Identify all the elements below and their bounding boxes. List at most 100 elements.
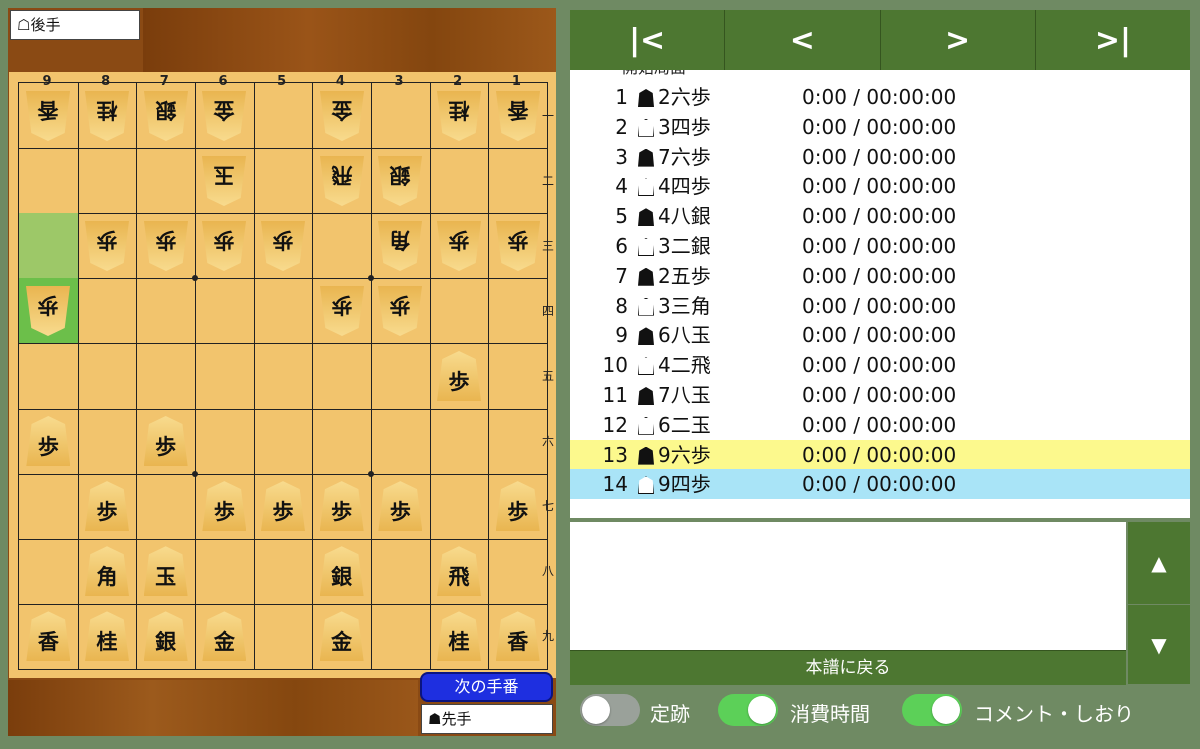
piece-sente[interactable]: 香: [26, 611, 71, 662]
toggle-knob: [748, 696, 776, 724]
piece-gote[interactable]: 桂: [437, 91, 481, 141]
move-list[interactable]: 開始局面 1 2六歩 0:00 / 00:00:00 2 3四歩 0:00 / 00:00…: [570, 70, 1190, 518]
scroll-up-button[interactable]: ▲: [1128, 522, 1190, 604]
piece-gote[interactable]: 香: [496, 91, 540, 141]
piece-sente[interactable]: 歩: [202, 481, 247, 532]
piece-gote[interactable]: 歩: [437, 221, 481, 271]
piece-sente[interactable]: 歩: [143, 416, 188, 467]
piece-sente[interactable]: 歩: [378, 481, 423, 532]
move-text: 3三角: [658, 293, 711, 318]
piece-sente[interactable]: 歩: [261, 481, 305, 532]
toggle-switch[interactable]: [580, 694, 640, 726]
last-icon: >|: [1094, 22, 1131, 58]
piece-sente[interactable]: 歩: [26, 416, 71, 467]
move-text: 4四歩: [658, 174, 711, 199]
board-area: ☖後手 987654321 一二三四五六七八九 香桂銀金金桂香玉飛銀歩歩歩歩角歩…: [8, 8, 556, 736]
piece-sente[interactable]: 歩: [319, 481, 364, 532]
piece-gote[interactable]: 桂: [85, 91, 129, 141]
move-row[interactable]: 2 3四歩 0:00 / 00:00:00: [570, 112, 1190, 142]
sente-mark-icon: [638, 446, 654, 465]
piece-label: 歩: [389, 292, 411, 318]
toggle-knob: [932, 696, 960, 724]
piece-label: 金: [331, 629, 353, 655]
move-row[interactable]: 4 4四歩 0:00 / 00:00:00: [570, 171, 1190, 201]
move-row[interactable]: 1 2六歩 0:00 / 00:00:00: [570, 82, 1190, 112]
piece-gote[interactable]: 歩: [26, 286, 70, 336]
piece-sente[interactable]: 歩: [85, 481, 129, 532]
move-row[interactable]: 12 6二玉 0:00 / 00:00:00: [570, 410, 1190, 440]
piece-label: 桂: [96, 629, 118, 655]
grid-line: [19, 408, 547, 410]
piece-gote[interactable]: 飛: [320, 156, 364, 206]
piece-gote[interactable]: 歩: [320, 286, 364, 336]
move-time: 0:00 / 00:00:00: [802, 174, 957, 199]
piece-sente[interactable]: 桂: [85, 611, 129, 662]
piece-sente[interactable]: 銀: [319, 546, 364, 597]
toggle-label: 定跡: [650, 702, 690, 726]
move-time: 0:00 / 00:00:00: [802, 234, 957, 258]
piece-sente[interactable]: 桂: [437, 611, 482, 662]
piece-label: 歩: [272, 227, 294, 253]
piece-sente[interactable]: 歩: [437, 350, 482, 401]
last-move-button[interactable]: >|: [1035, 10, 1190, 70]
piece-gote[interactable]: 歩: [85, 221, 129, 271]
next-icon: >: [945, 22, 971, 58]
piece-gote[interactable]: 香: [26, 91, 70, 141]
piece-sente[interactable]: 飛: [437, 546, 482, 597]
move-row[interactable]: 14 9四歩 0:00 / 00:00:00: [570, 469, 1190, 500]
next-turn-button[interactable]: 次の手番: [420, 672, 553, 702]
star-point: [368, 470, 375, 477]
piece-sente[interactable]: 歩: [495, 481, 540, 532]
move-row[interactable]: 10 4二飛 0:00 / 00:00:00: [570, 350, 1190, 380]
piece-label: 歩: [37, 434, 59, 460]
piece-gote[interactable]: 銀: [144, 91, 188, 141]
piece-label: 歩: [213, 227, 235, 253]
piece-sente[interactable]: 金: [202, 611, 247, 662]
piece-gote[interactable]: 歩: [261, 221, 305, 271]
piece-sente[interactable]: 銀: [143, 611, 188, 662]
move-row[interactable]: 6 3二銀 0:00 / 00:00:00: [570, 231, 1190, 261]
piece-label: 玉: [155, 564, 177, 590]
sente-piece-stand[interactable]: [8, 680, 418, 736]
first-move-button[interactable]: |<: [570, 10, 725, 70]
prev-move-button[interactable]: <: [725, 10, 880, 70]
piece-gote[interactable]: 金: [202, 91, 246, 141]
scroll-down-button[interactable]: ▼: [1128, 605, 1190, 684]
piece-label: 金: [213, 629, 235, 655]
move-row[interactable]: 11 7八玉 0:00 / 00:00:00: [570, 380, 1190, 410]
piece-gote[interactable]: 角: [378, 221, 422, 271]
piece-label: 銀: [331, 564, 353, 590]
move-row[interactable]: 3 7六歩 0:00 / 00:00:00: [570, 142, 1190, 172]
move-row[interactable]: 5 4八銀 0:00 / 00:00:00: [570, 201, 1190, 231]
piece-label: 角: [96, 564, 118, 590]
grid-line: [19, 148, 547, 150]
piece-gote[interactable]: 歩: [378, 286, 422, 336]
piece-gote[interactable]: 歩: [496, 221, 540, 271]
piece-sente[interactable]: 玉: [143, 546, 188, 597]
move-text: 4八銀: [658, 204, 711, 229]
move-row[interactable]: 8 3三角 0:00 / 00:00:00: [570, 291, 1190, 321]
piece-gote[interactable]: 玉: [202, 156, 246, 206]
comment-box[interactable]: [570, 522, 1126, 650]
piece-gote[interactable]: 歩: [144, 221, 188, 271]
movelist-header[interactable]: 開始局面: [570, 70, 1190, 78]
move-row[interactable]: 7 2五歩 0:00 / 00:00:00: [570, 261, 1190, 291]
back-to-main-button[interactable]: 本譜に戻る: [570, 650, 1126, 685]
piece-label: 桂: [448, 629, 470, 655]
piece-gote[interactable]: 歩: [202, 221, 246, 271]
piece-sente[interactable]: 香: [495, 611, 540, 662]
move-row[interactable]: 13 9六歩 0:00 / 00:00:00: [570, 439, 1190, 470]
gote-piece-stand[interactable]: [143, 8, 556, 72]
piece-gote[interactable]: 金: [320, 91, 364, 141]
move-row[interactable]: 9 6八玉 0:00 / 00:00:00: [570, 320, 1190, 350]
piece-label: 歩: [448, 227, 470, 253]
piece-label: 銀: [155, 97, 177, 123]
toggle-switch[interactable]: [902, 694, 962, 726]
piece-gote[interactable]: 銀: [378, 156, 422, 206]
toggle-switch[interactable]: [718, 694, 778, 726]
piece-sente[interactable]: 金: [319, 611, 364, 662]
next-move-button[interactable]: >: [880, 10, 1035, 70]
first-icon: |<: [629, 22, 666, 58]
move-text: 7八玉: [658, 383, 711, 407]
piece-sente[interactable]: 角: [85, 546, 129, 597]
